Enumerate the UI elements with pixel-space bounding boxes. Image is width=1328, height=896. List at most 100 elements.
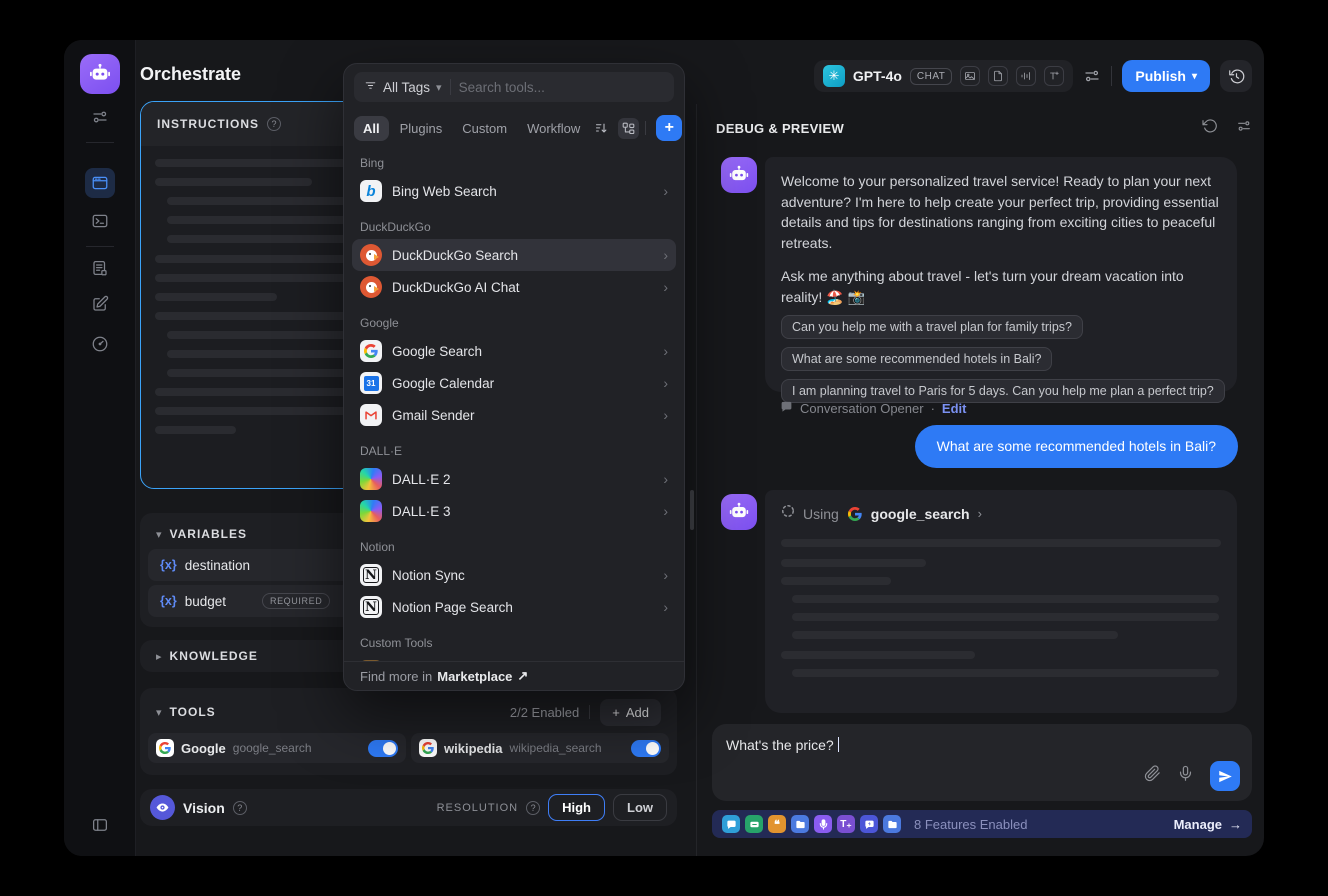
attach-file-icon[interactable] xyxy=(1144,765,1161,787)
preview-settings-icon[interactable] xyxy=(1083,67,1101,85)
message-composer[interactable]: What's the price? xyxy=(712,724,1252,801)
tool-toggle-on[interactable] xyxy=(631,740,661,757)
tool-chip-google[interactable]: Google google_search xyxy=(148,733,406,763)
resolution-high-button[interactable]: High xyxy=(548,794,605,821)
help-icon[interactable]: ? xyxy=(233,801,247,815)
tool-row-google-calendar[interactable]: 31 Google Calendar› xyxy=(352,367,676,399)
version-history-button[interactable] xyxy=(1220,60,1252,92)
sidebar-item-edit-icon[interactable] xyxy=(85,289,115,319)
vision-capability-icon xyxy=(960,66,980,86)
chevron-down-icon[interactable]: ▾ xyxy=(156,528,162,541)
tool-row-bing-web-search[interactable]: b Bing Web Search› xyxy=(352,175,676,207)
chevron-right-icon: › xyxy=(663,247,668,263)
tool-toggle-on[interactable] xyxy=(368,740,398,757)
tab-all[interactable]: All xyxy=(354,116,389,141)
tool-group-label: Bing xyxy=(360,156,668,170)
chevron-right-icon[interactable]: ▸ xyxy=(156,650,162,663)
tool-row-google-search[interactable]: Google Search› xyxy=(352,335,676,367)
tool-group-label: Google xyxy=(360,316,668,330)
sidebar-item-orchestrate-browser-icon[interactable] xyxy=(85,168,115,198)
filter-icon xyxy=(364,79,377,95)
voice-input-icon[interactable] xyxy=(1177,765,1194,787)
folder-feature-icon xyxy=(883,815,901,833)
tool-row-notion-sync[interactable]: N Notion Sync› xyxy=(352,559,676,591)
search-tools-input[interactable] xyxy=(459,80,664,95)
duckduckgo-icon xyxy=(360,244,382,266)
help-icon[interactable]: ? xyxy=(267,117,281,131)
vision-section: Vision ? RESOLUTION ? High Low xyxy=(140,789,677,826)
tool-row-gmail-sender[interactable]: Gmail Sender› xyxy=(352,399,676,431)
arrow-up-right-icon: ↗ xyxy=(517,668,528,684)
page-title: Orchestrate xyxy=(140,64,241,85)
preview-options-icon[interactable] xyxy=(1236,118,1252,139)
reset-conversation-icon[interactable] xyxy=(1202,118,1218,139)
pets-icon xyxy=(360,660,382,661)
left-rail xyxy=(64,40,136,856)
openai-logo-icon: ✳ xyxy=(823,65,845,87)
tool-search-bar: All Tags ▾ xyxy=(354,72,674,102)
sidebar-item-logs-icon[interactable] xyxy=(85,253,115,283)
tag-filter-dropdown[interactable]: All Tags ▾ xyxy=(364,79,442,95)
tool-group-label: DuckDuckGo xyxy=(360,220,668,234)
sidebar-item-terminal-icon[interactable] xyxy=(85,206,115,236)
resolution-low-button[interactable]: Low xyxy=(613,794,667,821)
panel-divider xyxy=(696,104,697,856)
assistant-tool-message: Using google_search › xyxy=(765,490,1237,713)
tab-workflow[interactable]: Workflow xyxy=(518,116,589,141)
tool-name: Google xyxy=(181,741,226,756)
google-icon xyxy=(419,739,437,757)
model-selector[interactable]: ✳ GPT-4o CHAT xyxy=(814,60,1074,92)
group-view-icon[interactable] xyxy=(618,118,639,139)
google-icon xyxy=(360,340,382,362)
tab-plugins[interactable]: Plugins xyxy=(391,116,452,141)
edit-opener-link[interactable]: Edit xyxy=(942,401,967,416)
add-tool-button[interactable]: +Add xyxy=(600,699,661,726)
message-input[interactable]: What's the price? xyxy=(726,737,834,753)
marketplace-link[interactable]: Marketplace xyxy=(437,669,512,684)
tool-row-duckduckgo-ai-chat[interactable]: DuckDuckGo AI Chat› xyxy=(352,271,676,303)
gmail-icon xyxy=(360,404,382,426)
sidebar-item-dashboard-icon[interactable] xyxy=(85,329,115,359)
tool-row-notion-page-search[interactable]: N Notion Page Search› xyxy=(352,591,676,623)
quote-feature-icon: ❝ xyxy=(768,815,786,833)
tool-row-dalle-2[interactable]: DALL·E 2› xyxy=(352,463,676,495)
vision-eye-icon xyxy=(150,795,175,820)
suggestion-chip[interactable]: What are some recommended hotels in Bali… xyxy=(781,347,1052,371)
preview-column: ✳ GPT-4o CHAT Publish▾ DEBUG & PREVIEW xyxy=(696,40,1264,856)
model-settings-icon[interactable] xyxy=(85,102,115,132)
chat-bubble-icon xyxy=(780,400,793,416)
user-message: What are some recommended hotels in Bali… xyxy=(915,425,1238,468)
tool-group-label: DALL·E xyxy=(360,444,668,458)
app-window: Orchestrate INSTRUCTIONS ? xyxy=(64,40,1264,856)
collapse-sidebar-icon[interactable] xyxy=(85,810,115,840)
opener-label: Conversation Opener xyxy=(800,401,924,416)
create-tool-button[interactable]: + xyxy=(656,115,682,141)
marketplace-footer[interactable]: Find more in Marketplace ↗ xyxy=(344,661,684,690)
tab-custom[interactable]: Custom xyxy=(453,116,516,141)
tool-call-header[interactable]: Using google_search › xyxy=(781,504,1221,523)
sort-icon[interactable] xyxy=(591,118,612,139)
instructions-title: INSTRUCTIONS xyxy=(157,117,259,131)
chat-search-feature-icon xyxy=(722,815,740,833)
opener-separator: · xyxy=(931,401,935,416)
suggestion-chip[interactable]: Can you help me with a travel plan for f… xyxy=(781,315,1083,339)
captions-feature-icon xyxy=(745,815,763,833)
scrollbar-thumb[interactable] xyxy=(690,490,694,530)
text-capability-icon xyxy=(1044,66,1064,86)
help-icon[interactable]: ? xyxy=(526,801,540,815)
publish-button[interactable]: Publish▾ xyxy=(1122,60,1210,92)
chevron-right-icon: › xyxy=(663,567,668,583)
bing-icon: b xyxy=(360,180,382,202)
chevron-down-icon[interactable]: ▾ xyxy=(156,706,162,719)
chevron-right-icon: › xyxy=(663,183,668,199)
spinner-icon xyxy=(781,504,795,523)
chevron-right-icon: › xyxy=(663,279,668,295)
app-logo-robot-icon[interactable] xyxy=(80,54,120,94)
resolution-label: RESOLUTION xyxy=(437,802,519,814)
send-button[interactable] xyxy=(1210,761,1240,791)
tool-row-dalle-3[interactable]: DALL·E 3› xyxy=(352,495,676,527)
tool-chip-wikipedia[interactable]: wikipedia wikipedia_search xyxy=(411,733,669,763)
manage-features-link[interactable]: Manage→ xyxy=(1174,817,1242,832)
google-icon xyxy=(156,739,174,757)
tool-row-duckduckgo-search[interactable]: DuckDuckGo Search› xyxy=(352,239,676,271)
